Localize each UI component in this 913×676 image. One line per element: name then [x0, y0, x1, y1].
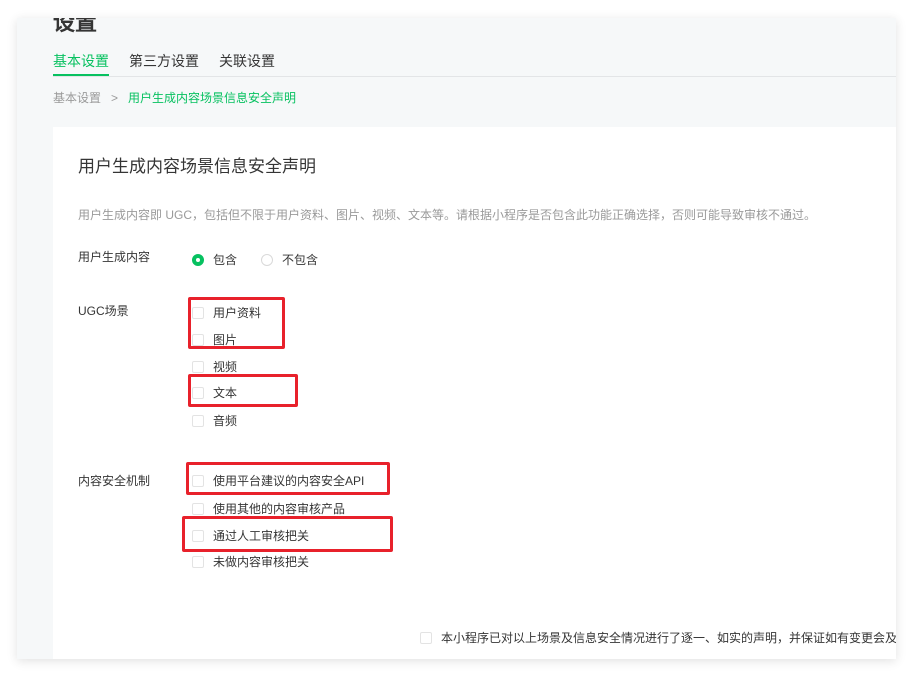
radio-exclude-icon[interactable] [261, 253, 273, 266]
checkbox-text-label: 文本 [213, 386, 238, 400]
tab-association-settings[interactable]: 关联设置 [219, 52, 275, 76]
declaration-checkbox[interactable] [420, 631, 432, 644]
card-title: 用户生成内容场景信息安全声明 [78, 157, 316, 176]
checkbox-text[interactable]: 文本 [192, 385, 237, 401]
tab-third-party-settings[interactable]: 第三方设置 [129, 52, 199, 76]
checkbox-text-box[interactable] [192, 387, 204, 399]
radio-include-icon[interactable] [192, 253, 204, 266]
radio-exclude[interactable]: 不包含 [261, 251, 318, 268]
ugc-content-label: 用户生成内容 [78, 250, 151, 264]
radio-exclude-label: 不包含 [282, 253, 319, 267]
page-title: 设置 [53, 18, 98, 35]
checkbox-other-product-box[interactable] [192, 503, 204, 515]
checkbox-no-review[interactable]: 未做内容审核把关 [192, 554, 309, 570]
radio-include-label: 包含 [213, 253, 238, 267]
checkbox-manual-review-label: 通过人工审核把关 [213, 529, 310, 543]
declaration-text: 本小程序已对以上场景及信息安全情况进行了逐一、如实的声明，并保证如有变更会及时 [441, 631, 896, 645]
checkbox-other-product[interactable]: 使用其他的内容审核产品 [192, 501, 345, 517]
tab-basic-settings[interactable]: 基本设置 [53, 52, 109, 76]
settings-window: 设置 基本设置 第三方设置 关联设置 基本设置 > 用户生成内容场景信息安全声明… [17, 18, 896, 659]
checkbox-video-label: 视频 [213, 360, 238, 374]
checkbox-no-review-box[interactable] [192, 556, 204, 568]
checkbox-user-profile[interactable]: 用户资料 [192, 305, 261, 321]
checkbox-platform-api-label: 使用平台建议的内容安全API [213, 474, 365, 488]
checkbox-other-product-label: 使用其他的内容审核产品 [213, 502, 346, 516]
card-description: 用户生成内容即 UGC，包括但不限于用户资料、图片、视频、文本等。请根据小程序是… [78, 208, 817, 222]
checkbox-video[interactable]: 视频 [192, 359, 237, 375]
breadcrumb-current: 用户生成内容场景信息安全声明 [128, 91, 297, 105]
tab-bar: 基本设置 第三方设置 关联设置 [53, 52, 896, 77]
checkbox-image-box[interactable] [192, 334, 204, 346]
ugc-scene-label: UGC场景 [78, 304, 129, 318]
checkbox-audio-box[interactable] [192, 415, 204, 427]
breadcrumb: 基本设置 > 用户生成内容场景信息安全声明 [53, 90, 296, 106]
checkbox-video-box[interactable] [192, 361, 204, 373]
radio-include[interactable]: 包含 [192, 251, 237, 268]
checkbox-image-label: 图片 [213, 333, 238, 347]
checkbox-platform-api-box[interactable] [192, 475, 204, 487]
checkbox-audio[interactable]: 音频 [192, 413, 237, 429]
checkbox-image[interactable]: 图片 [192, 332, 237, 348]
checkbox-manual-review[interactable]: 通过人工审核把关 [192, 528, 309, 544]
breadcrumb-parent[interactable]: 基本设置 [53, 90, 101, 106]
declaration-row[interactable]: 本小程序已对以上场景及信息安全情况进行了逐一、如实的声明，并保证如有变更会及时 [420, 629, 896, 646]
checkbox-audio-label: 音频 [213, 414, 238, 428]
checkbox-no-review-label: 未做内容审核把关 [213, 555, 310, 569]
breadcrumb-separator-icon: > [111, 91, 119, 105]
declaration-card: 用户生成内容场景信息安全声明 用户生成内容即 UGC，包括但不限于用户资料、图片… [53, 127, 896, 659]
checkbox-user-profile-label: 用户资料 [213, 306, 262, 320]
security-mechanism-label: 内容安全机制 [78, 474, 151, 488]
checkbox-user-profile-box[interactable] [192, 307, 204, 319]
checkbox-manual-review-box[interactable] [192, 530, 204, 542]
checkbox-platform-api[interactable]: 使用平台建议的内容安全API [192, 473, 364, 489]
